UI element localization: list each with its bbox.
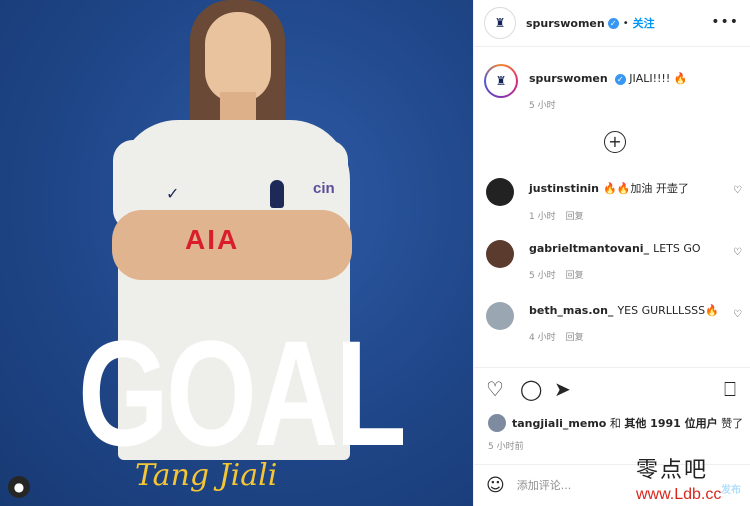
post-side-panel: ♜ spurswomen ✓ • 关注 ••• ♜ spurswomen ✓ JI… xyxy=(473,0,750,506)
watermark-title: 零点吧 xyxy=(636,458,709,483)
follow-button[interactable]: 关注 xyxy=(633,15,655,31)
comment-username[interactable]: gabrieltmantovani_ xyxy=(529,242,649,255)
comment-item: justinstinin 🔥🔥加油 开壶了 1 小时 回复 ♡ xyxy=(486,178,746,222)
caption-avatar[interactable]: ♜ xyxy=(484,64,518,98)
post-image[interactable]: ✓ cin AIA GOAL Tang Jiali ● xyxy=(0,0,473,506)
likes-summary: tangjiali_memo 和 其他 1991 位用户 赞了 xyxy=(488,414,743,432)
comment-username[interactable]: justinstinin xyxy=(529,182,599,195)
reply-button[interactable]: 回复 xyxy=(566,271,584,281)
reply-button[interactable]: 回复 xyxy=(566,333,584,343)
tagged-user-icon[interactable]: ● xyxy=(8,476,30,498)
like-heart-icon[interactable]: ♡ xyxy=(486,377,504,401)
comment-text: YES GURLLLSSS🔥 xyxy=(617,304,719,317)
post-header: ♜ spurswomen ✓ • 关注 ••• xyxy=(474,0,750,47)
likes-liked: 赞了 xyxy=(721,417,744,430)
shirt-sleeve-sponsor: cin xyxy=(313,180,335,197)
comment-time: 5 小时 xyxy=(529,271,556,281)
spurs-logo-icon: ♜ xyxy=(486,66,516,96)
emoji-smiley-icon[interactable]: ☺ xyxy=(486,475,505,496)
like-comment-heart-icon[interactable]: ♡ xyxy=(733,247,742,258)
comment-username[interactable]: beth_mas.on_ xyxy=(529,304,613,317)
header-username[interactable]: spurswomen xyxy=(526,17,605,30)
player-face xyxy=(205,12,271,102)
post-actions-bar: ♡ ◯ ➤ ⎕ xyxy=(474,367,750,411)
verified-badge-icon: ✓ xyxy=(607,17,619,29)
comment-bubble-icon[interactable]: ◯ xyxy=(520,377,542,401)
like-comment-heart-icon[interactable]: ♡ xyxy=(733,185,742,196)
club-crest-icon xyxy=(270,180,284,208)
site-watermark: 零点吧 www.Ldb.cc xyxy=(636,452,746,504)
like-comment-heart-icon[interactable]: ♡ xyxy=(733,309,742,320)
post-caption: ♜ spurswomen ✓ JIALI!!!! 🔥 5 小时 xyxy=(484,64,744,111)
verified-badge-icon: ✓ xyxy=(614,73,626,85)
goal-text: GOAL xyxy=(78,309,407,477)
comment-time: 1 小时 xyxy=(529,212,556,222)
comment-item: beth_mas.on_ YES GURLLLSSS🔥 4 小时 回复 ♡ xyxy=(486,302,746,343)
plus-circle-icon: + xyxy=(608,132,622,151)
commenter-avatar[interactable] xyxy=(486,178,514,206)
spurs-logo-icon: ♜ xyxy=(486,9,514,37)
caption-username[interactable]: spurswomen xyxy=(529,72,608,85)
liker-username[interactable]: tangjiali_memo xyxy=(512,417,606,430)
nike-logo-icon: ✓ xyxy=(166,184,180,203)
bookmark-icon[interactable]: ⎕ xyxy=(724,377,736,401)
reply-button[interactable]: 回复 xyxy=(566,212,584,222)
player-signature: Tang Jiali xyxy=(135,458,278,493)
comment-text: LETS GO xyxy=(653,242,701,255)
separator-dot: • xyxy=(622,17,629,29)
watermark-url: www.Ldb.cc xyxy=(636,486,722,503)
more-options-icon[interactable]: ••• xyxy=(711,14,739,30)
commenter-avatar[interactable] xyxy=(486,240,514,268)
caption-time: 5 小时 xyxy=(529,101,556,111)
load-more-comments-button[interactable]: + xyxy=(604,131,626,153)
likes-and: 和 xyxy=(609,417,621,430)
post-timestamp: 5 小时前 xyxy=(488,442,524,452)
likes-count-link[interactable]: 其他 1991 位用户 xyxy=(624,415,717,431)
comment-time: 4 小时 xyxy=(529,333,556,343)
share-paper-plane-icon[interactable]: ➤ xyxy=(554,377,571,401)
comment-item: gabrieltmantovani_ LETS GO 5 小时 回复 ♡ xyxy=(486,240,746,281)
commenter-avatar[interactable] xyxy=(486,302,514,330)
avatar[interactable]: ♜ xyxy=(484,7,516,39)
comment-text: 🔥🔥加油 开壶了 xyxy=(603,182,689,195)
caption-text: JIALI!!!! 🔥 xyxy=(629,72,688,85)
liker-avatar[interactable] xyxy=(488,414,506,432)
shirt-sponsor: AIA xyxy=(185,224,240,255)
